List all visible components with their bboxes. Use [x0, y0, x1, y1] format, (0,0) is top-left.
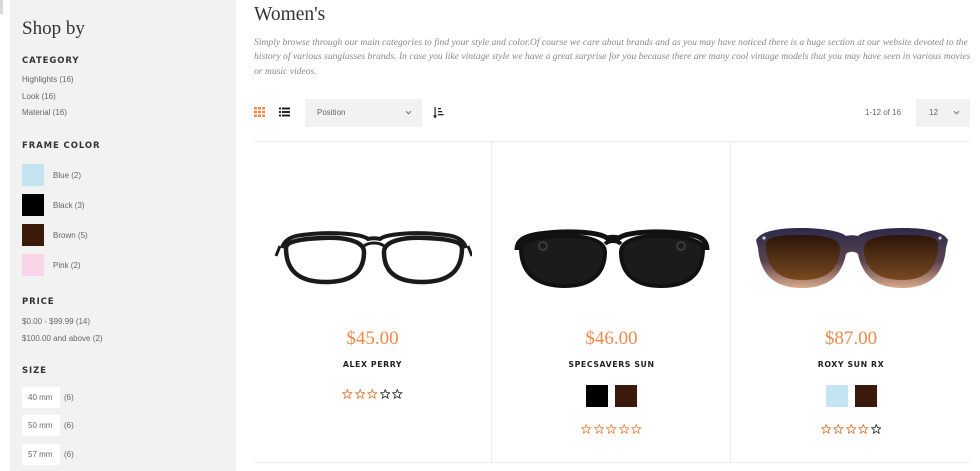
category-option-material[interactable]: Material (16) [22, 105, 79, 122]
color-swatch-blue [22, 164, 44, 186]
layered-navigation: Shop by CATEGORY Highlights (16) Look (1… [10, 0, 236, 471]
product-rating [254, 389, 491, 399]
product-rating [732, 424, 970, 434]
product-card: $45.00 ALEX PERRY [254, 142, 492, 463]
product-swatch-brown[interactable] [615, 385, 637, 407]
sort-ascending-icon[interactable] [433, 107, 444, 119]
frame-color-label-black: Black (3) [53, 200, 85, 210]
category-filter: CATEGORY Highlights (16) Look (16) Mater… [22, 56, 79, 122]
color-swatch-brown [22, 224, 44, 246]
star-empty-icon [581, 424, 592, 434]
list-icon[interactable] [279, 107, 290, 117]
grid-icon[interactable] [254, 107, 265, 117]
price-filter: PRICE $0.00 - $99.99 (14) $100.00 and ab… [22, 297, 103, 347]
product-rating [493, 424, 730, 434]
product-swatch-brown[interactable] [854, 385, 877, 407]
size-filter: SIZE 40 mm (6) 50 mm (6) 57 mm (6) [22, 366, 74, 469]
sort-by-value: Position [317, 108, 346, 117]
category-option-highlights[interactable]: Highlights (16) [22, 72, 79, 89]
star-empty-icon [392, 389, 403, 399]
size-box-50[interactable]: 50 mm [22, 415, 60, 437]
product-price: $87.00 [824, 328, 878, 349]
left-edge-strip [0, 0, 10, 471]
filter-title-category: CATEGORY [22, 56, 80, 66]
star-filled-icon [845, 424, 857, 434]
category-option-look[interactable]: Look (16) [22, 89, 79, 106]
product-swatch-blue[interactable] [825, 385, 848, 407]
product-name[interactable]: ROXY SUN RX [732, 360, 970, 369]
size-box-57[interactable]: 57 mm [22, 443, 60, 465]
chevron-down-icon [953, 110, 960, 115]
star-empty-icon [631, 424, 642, 434]
frame-color-option-brown[interactable]: Brown (5) [22, 220, 100, 250]
star-filled-icon [858, 424, 869, 434]
size-option-40[interactable]: 40 mm (6) [22, 383, 74, 412]
frame-color-option-pink[interactable]: Pink (2) [22, 250, 100, 280]
star-filled-icon [342, 389, 353, 399]
size-count-50: (6) [64, 421, 74, 431]
star-filled-icon [354, 389, 366, 399]
page-title: Women's [254, 4, 326, 25]
star-filled-icon [833, 424, 844, 434]
frame-color-label-brown: Brown (5) [53, 230, 88, 240]
product-image-black-sunglasses[interactable] [511, 204, 711, 300]
product-name[interactable]: ALEX PERRY [254, 360, 491, 369]
products-toolbar: Position 1-12 of 16 12 [254, 99, 970, 127]
frame-color-option-black[interactable]: Black (3) [22, 190, 100, 220]
product-swatch-black[interactable] [586, 385, 608, 407]
frame-color-label-pink: Pink (2) [53, 260, 81, 270]
size-option-57[interactable]: 57 mm (6) [22, 440, 74, 469]
limiter-select[interactable]: 12 [916, 99, 970, 127]
chevron-down-icon [405, 110, 412, 115]
filter-title-frame-color: FRAME COLOR [22, 141, 101, 151]
left-edge-notch [0, 0, 3, 14]
product-name[interactable]: SPECSAVERS SUN [493, 360, 730, 369]
filter-title-price: PRICE [22, 297, 55, 307]
size-count-40: (6) [64, 392, 74, 402]
star-empty-icon [870, 424, 882, 434]
product-swatches [732, 385, 970, 407]
product-grid: $45.00 ALEX PERRY $46.00 SPECSAVERS SUN [254, 141, 970, 463]
size-count-57: (6) [64, 449, 74, 459]
product-price: $46.00 [585, 328, 638, 349]
size-option-50[interactable]: 50 mm (6) [22, 412, 74, 441]
frame-color-filter: FRAME COLOR Blue (2) Black (3) Brown (5)… [22, 141, 100, 280]
price-option-0-99[interactable]: $0.00 - $99.99 (14) [22, 314, 103, 331]
star-empty-icon [379, 389, 391, 399]
product-card: $87.00 ROXY SUN RX [732, 142, 970, 463]
toolbar-amount: 1-12 of 16 [865, 108, 902, 117]
color-swatch-pink [22, 254, 44, 276]
price-option-100-above[interactable]: $100.00 and above (2) [22, 331, 103, 348]
frame-color-option-blue[interactable]: Blue (2) [22, 160, 100, 190]
filter-title-size: SIZE [22, 366, 47, 376]
product-image-brown-gradient-sunglasses[interactable] [750, 204, 950, 300]
star-filled-icon [367, 389, 378, 399]
star-filled-icon [820, 424, 832, 434]
product-swatches [493, 385, 730, 407]
size-box-40[interactable]: 40 mm [22, 386, 60, 408]
limiter-value: 12 [929, 108, 938, 117]
star-empty-icon [593, 424, 605, 434]
star-empty-icon [618, 424, 630, 434]
category-description: Simply browse through our main categorie… [254, 37, 971, 77]
star-empty-icon [606, 424, 617, 434]
product-image-clear-rectangle-glasses[interactable] [272, 204, 472, 300]
product-card: $46.00 SPECSAVERS SUN [493, 142, 731, 463]
frame-color-label-blue: Blue (2) [53, 170, 82, 180]
sidebar-title: Shop by [22, 18, 85, 39]
category-view: Women's Simply browse through our main c… [254, 0, 980, 471]
color-swatch-black [22, 194, 44, 216]
sort-by-select[interactable]: Position [305, 99, 422, 127]
product-price: $45.00 [346, 328, 399, 349]
